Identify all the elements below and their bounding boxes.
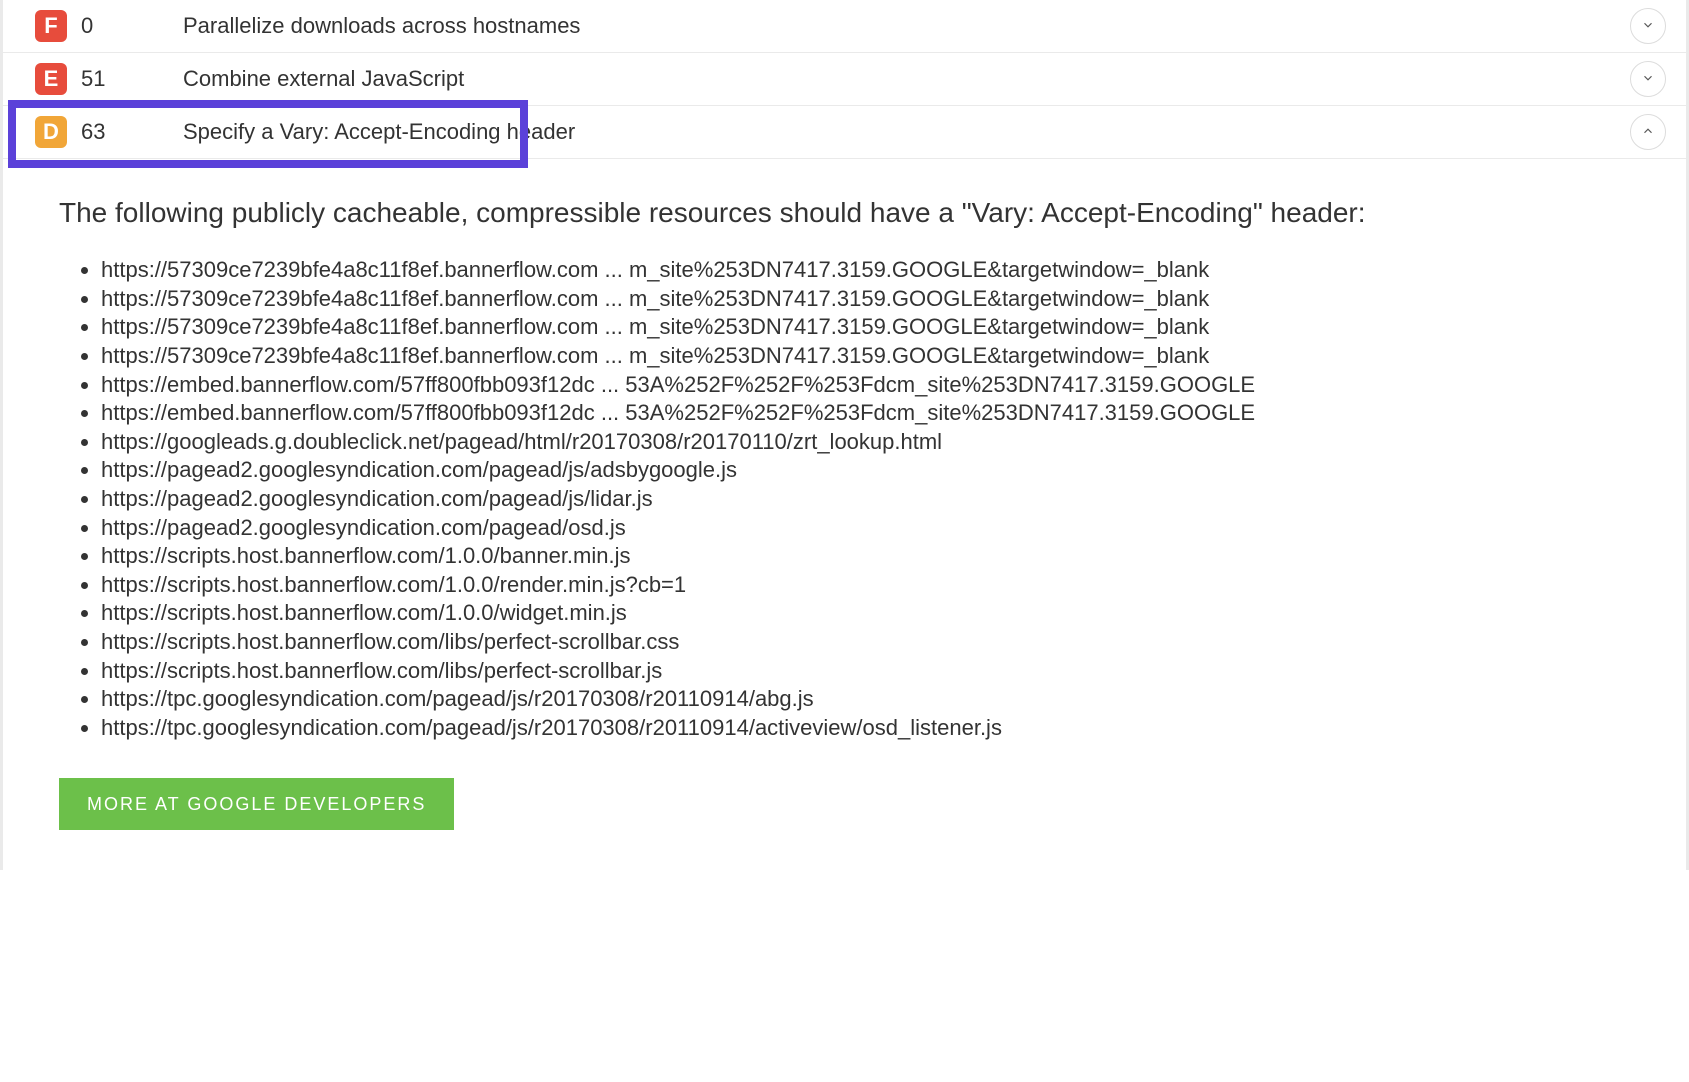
- rule-score: 51: [67, 66, 145, 92]
- rule-score: 63: [67, 119, 145, 145]
- resource-item: https://57309ce7239bfe4a8c11f8ef.bannerf…: [101, 256, 1630, 285]
- audit-rules-panel: F 0 Parallelize downloads across hostnam…: [0, 0, 1689, 870]
- resource-item: https://tpc.googlesyndication.com/pagead…: [101, 685, 1630, 714]
- rule-title: Parallelize downloads across hostnames: [145, 13, 1630, 39]
- resource-item: https://googleads.g.doubleclick.net/page…: [101, 428, 1630, 457]
- resource-item: https://scripts.host.bannerflow.com/libs…: [101, 628, 1630, 657]
- rule-row-parallelize-downloads[interactable]: F 0 Parallelize downloads across hostnam…: [3, 0, 1686, 53]
- rule-row-vary-accept-encoding[interactable]: D 63 Specify a Vary: Accept-Encoding hea…: [3, 106, 1686, 159]
- rule-row-combine-external-javascript[interactable]: E 51 Combine external JavaScript: [3, 53, 1686, 106]
- resource-item: https://tpc.googlesyndication.com/pagead…: [101, 714, 1630, 743]
- resource-item: https://embed.bannerflow.com/57ff800fbb0…: [101, 399, 1630, 428]
- rule-title: Specify a Vary: Accept-Encoding header: [145, 119, 1630, 145]
- resource-item: https://pagead2.googlesyndication.com/pa…: [101, 456, 1630, 485]
- resource-item: https://57309ce7239bfe4a8c11f8ef.bannerf…: [101, 313, 1630, 342]
- resource-item: https://57309ce7239bfe4a8c11f8ef.bannerf…: [101, 342, 1630, 371]
- grade-badge: F: [35, 10, 67, 42]
- resource-item: https://pagead2.googlesyndication.com/pa…: [101, 514, 1630, 543]
- chevron-up-icon: [1641, 124, 1655, 141]
- resource-item: https://embed.bannerflow.com/57ff800fbb0…: [101, 371, 1630, 400]
- expand-toggle[interactable]: [1630, 61, 1666, 97]
- rule-score: 0: [67, 13, 145, 39]
- rule-details: The following publicly cacheable, compre…: [3, 159, 1686, 830]
- chevron-down-icon: [1641, 71, 1655, 88]
- more-at-google-developers-button[interactable]: MORE AT GOOGLE DEVELOPERS: [59, 778, 454, 830]
- chevron-down-icon: [1641, 18, 1655, 35]
- resource-item: https://scripts.host.bannerflow.com/1.0.…: [101, 571, 1630, 600]
- resource-item: https://57309ce7239bfe4a8c11f8ef.bannerf…: [101, 285, 1630, 314]
- grade-badge: D: [35, 116, 67, 148]
- details-heading: The following publicly cacheable, compre…: [59, 193, 1630, 232]
- resource-item: https://scripts.host.bannerflow.com/1.0.…: [101, 599, 1630, 628]
- expand-toggle[interactable]: [1630, 8, 1666, 44]
- resource-item: https://pagead2.googlesyndication.com/pa…: [101, 485, 1630, 514]
- grade-badge: E: [35, 63, 67, 95]
- expand-toggle[interactable]: [1630, 114, 1666, 150]
- resource-list: https://57309ce7239bfe4a8c11f8ef.bannerf…: [59, 256, 1630, 742]
- resource-item: https://scripts.host.bannerflow.com/libs…: [101, 657, 1630, 686]
- rule-title: Combine external JavaScript: [145, 66, 1630, 92]
- resource-item: https://scripts.host.bannerflow.com/1.0.…: [101, 542, 1630, 571]
